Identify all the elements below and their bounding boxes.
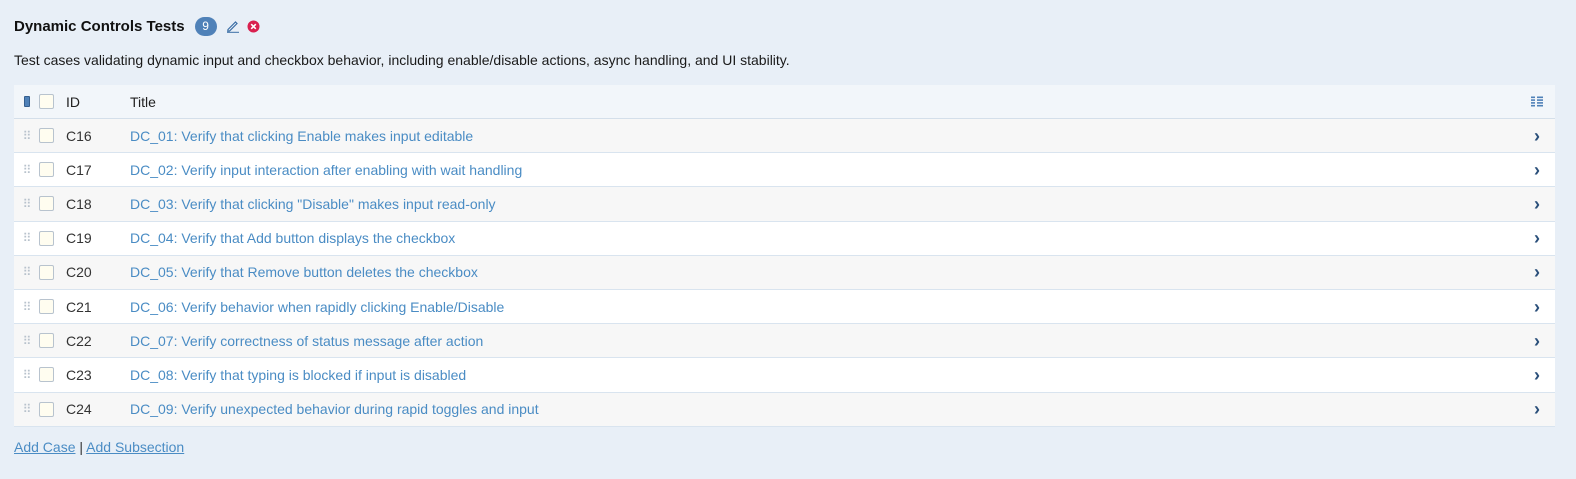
row-checkbox[interactable] bbox=[39, 196, 54, 212]
case-id: C16 bbox=[66, 127, 92, 144]
chevron-right-icon[interactable]: › bbox=[1534, 161, 1540, 179]
chevron-right-icon[interactable]: › bbox=[1534, 366, 1540, 384]
table-row[interactable]: ⠿ C17 DC_02: Verify input interaction afte… bbox=[14, 153, 1555, 188]
row-checkbox[interactable] bbox=[39, 333, 54, 349]
drag-handle-icon[interactable]: ⠿ bbox=[23, 197, 32, 211]
case-id: C22 bbox=[66, 332, 92, 349]
chevron-right-icon[interactable]: › bbox=[1534, 263, 1540, 281]
column-header-title[interactable]: Title bbox=[130, 94, 1519, 110]
select-all-checkbox[interactable] bbox=[39, 94, 54, 109]
column-header-id[interactable]: ID bbox=[65, 94, 130, 110]
chevron-right-icon[interactable]: › bbox=[1534, 332, 1540, 350]
table-row[interactable]: ⠿ C18 DC_03: Verify that clicking "Disable… bbox=[14, 187, 1555, 222]
section-description: Test cases validating dynamic input and … bbox=[14, 52, 790, 68]
table-row[interactable]: ⠿ C21 DC_06: Verify behavior when rapidly … bbox=[14, 289, 1555, 325]
drag-handle-icon[interactable]: ⠿ bbox=[23, 334, 32, 348]
table-row[interactable]: ⠿ C23 DC_08: Verify that typing is blocked… bbox=[14, 358, 1555, 393]
table-row[interactable]: ⠿ C20 DC_05: Verify that Remove button del… bbox=[14, 255, 1555, 290]
footer-links: Add Case | Add Subsection bbox=[14, 439, 184, 455]
chevron-right-icon[interactable]: › bbox=[1534, 400, 1540, 418]
case-title-link[interactable]: DC_08: Verify that typing is blocked if … bbox=[130, 367, 466, 383]
section-header: Dynamic Controls Tests 9 bbox=[14, 15, 260, 37]
drag-handle-icon[interactable]: ⠿ bbox=[23, 402, 32, 416]
table-row[interactable]: ⠿ C24 DC_09: Verify unexpected behavior du… bbox=[14, 392, 1555, 427]
row-checkbox[interactable] bbox=[39, 264, 54, 280]
case-id: C17 bbox=[66, 161, 92, 178]
drag-handle-icon[interactable]: ⠿ bbox=[23, 163, 32, 177]
table-row[interactable]: ⠿ C16 DC_01: Verify that clicking Enable m… bbox=[14, 119, 1555, 154]
add-subsection-link[interactable]: Add Subsection bbox=[86, 439, 184, 455]
case-title-link[interactable]: DC_05: Verify that Remove button deletes… bbox=[130, 264, 478, 280]
case-id: C23 bbox=[66, 366, 92, 383]
row-checkbox[interactable] bbox=[39, 367, 54, 383]
case-id: C24 bbox=[66, 401, 92, 418]
case-id: C19 bbox=[66, 230, 92, 247]
chevron-right-icon[interactable]: › bbox=[1534, 229, 1540, 247]
chevron-right-icon[interactable]: › bbox=[1534, 127, 1540, 145]
case-title-link[interactable]: DC_01: Verify that clicking Enable makes… bbox=[130, 128, 473, 144]
case-title-link[interactable]: DC_09: Verify unexpected behavior during… bbox=[130, 401, 539, 417]
drag-handle-icon[interactable]: ⠿ bbox=[23, 129, 32, 143]
case-title-link[interactable]: DC_04: Verify that Add button displays t… bbox=[130, 230, 455, 246]
cases-table: ID Title ⠿ C16 DC_01: Verify that clicking… bbox=[14, 85, 1555, 427]
row-checkbox[interactable] bbox=[39, 401, 54, 417]
case-count-badge: 9 bbox=[194, 16, 217, 36]
drag-handle-icon[interactable]: ⠿ bbox=[23, 300, 32, 314]
case-title-link[interactable]: DC_03: Verify that clicking "Disable" ma… bbox=[130, 196, 496, 212]
table-row[interactable]: ⠿ C22 DC_07: Verify correctness of status … bbox=[14, 324, 1555, 359]
row-checkbox[interactable] bbox=[39, 299, 54, 315]
case-title-link[interactable]: DC_07: Verify correctness of status mess… bbox=[130, 333, 483, 349]
close-circle-icon[interactable] bbox=[247, 20, 260, 33]
case-id: C21 bbox=[66, 298, 92, 315]
case-title-link[interactable]: DC_06: Verify behavior when rapidly clic… bbox=[130, 299, 504, 315]
add-case-link[interactable]: Add Case bbox=[14, 439, 75, 455]
table-row[interactable]: ⠿ C19 DC_04: Verify that Add button displa… bbox=[14, 221, 1555, 256]
drag-handle-icon[interactable]: ⠿ bbox=[23, 231, 32, 245]
chevron-right-icon[interactable]: › bbox=[1534, 195, 1540, 213]
section-title: Dynamic Controls Tests bbox=[14, 17, 185, 35]
row-checkbox[interactable] bbox=[39, 230, 54, 246]
row-checkbox[interactable] bbox=[39, 162, 54, 178]
drag-handle-icon[interactable]: ⠿ bbox=[23, 265, 32, 279]
case-id: C18 bbox=[66, 195, 92, 212]
case-id: C20 bbox=[66, 264, 92, 281]
columns-icon[interactable] bbox=[1531, 94, 1543, 110]
pencil-icon[interactable] bbox=[226, 19, 240, 33]
case-title-link[interactable]: DC_02: Verify input interaction after en… bbox=[130, 162, 522, 178]
footer-separator: | bbox=[79, 439, 84, 455]
chevron-right-icon[interactable]: › bbox=[1534, 298, 1540, 316]
select-marker-icon[interactable] bbox=[23, 96, 30, 107]
row-checkbox[interactable] bbox=[39, 128, 54, 144]
drag-handle-icon[interactable]: ⠿ bbox=[23, 368, 32, 382]
table-header-row: ID Title bbox=[14, 85, 1555, 119]
